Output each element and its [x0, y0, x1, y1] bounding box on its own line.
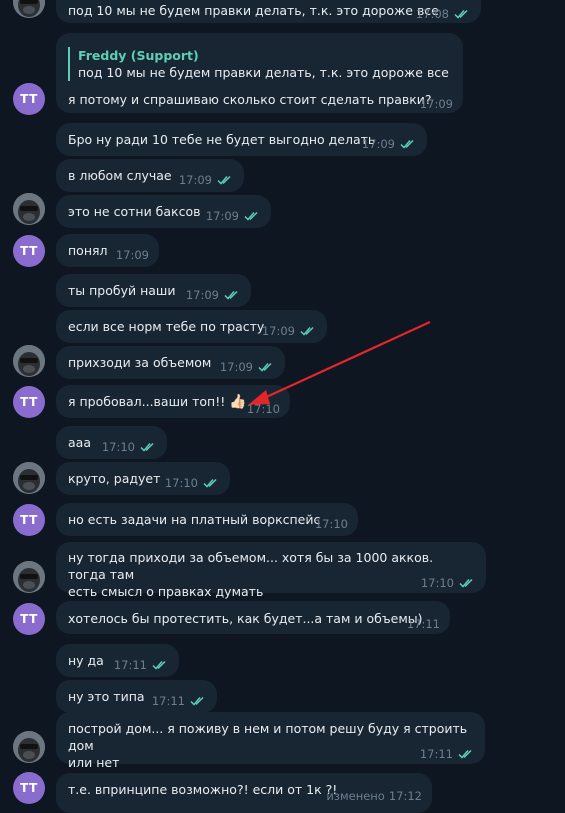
message-text: прихзоди за объемом [68, 355, 212, 370]
gorilla-avatar-icon [13, 462, 45, 494]
message-bubble[interactable]: в любом случае 17:09 [56, 159, 244, 192]
reply-text: под 10 мы не будем правки делать, т.к. э… [78, 65, 449, 80]
user-avatar[interactable]: TT [13, 772, 45, 804]
user-avatar[interactable]: TT [13, 386, 45, 418]
thumbs-up-emoji: 👍🏻 [229, 394, 247, 410]
message-time: 17:11 [113, 658, 147, 672]
message-time: 17:09 [261, 324, 295, 338]
message-bubble[interactable]: прихзоди за объемом 17:09 [56, 346, 285, 379]
support-avatar[interactable] [13, 193, 45, 225]
message-text: понял [68, 243, 108, 258]
message-bubble[interactable]: хотелось бы протестить, как будет...а та… [56, 601, 450, 634]
message-time: 17:09 [205, 209, 239, 223]
reply-quote[interactable]: Freddy (Support) под 10 мы не будем прав… [68, 47, 449, 81]
edited-label: изменено [326, 789, 385, 803]
support-avatar[interactable] [13, 0, 45, 18]
message-text: под 10 мы не будем правки делать, т.к. э… [68, 3, 439, 18]
message-time: 17:10 [101, 440, 135, 454]
message-bubble[interactable]: круто, радует 17:10 [56, 462, 230, 495]
message-bubble[interactable]: под 10 мы не будем правки делать, т.к. э… [56, 0, 481, 23]
double-check-icon [244, 211, 261, 221]
message-time: 17:09 [178, 173, 212, 187]
message-text: но есть задачи на платный воркспейс [68, 512, 321, 527]
user-avatar[interactable]: TT [13, 235, 45, 267]
double-check-icon [459, 578, 476, 588]
message-text: т.е. впринципе возможно?! если от 1к ?! [68, 782, 338, 797]
message-text: ну да [68, 653, 104, 668]
message-time: 17:08 [415, 7, 449, 21]
message-text: построй дом... я поживу в нем и потом ре… [68, 721, 468, 770]
double-check-icon [224, 290, 241, 300]
message-time: 17:09 [361, 137, 395, 151]
message-bubble[interactable]: ааа 17:10 [56, 426, 167, 459]
message-bubble[interactable]: Бро ну ради 10 тебе не будет выгодно дел… [56, 123, 427, 156]
message-text: ааа [68, 435, 91, 450]
message-bubble[interactable]: понял 17:09 [56, 234, 159, 267]
message-time: 17:09 [419, 97, 453, 111]
message-time: 17:10 [420, 576, 454, 590]
message-time: 17:09 [219, 360, 253, 374]
message-bubble[interactable]: построй дом... я поживу в нем и потом ре… [56, 712, 485, 770]
user-avatar[interactable]: TT [13, 504, 45, 536]
double-check-icon [190, 696, 207, 706]
user-avatar[interactable]: TT [13, 603, 45, 635]
message-text: ну это типа [68, 689, 145, 704]
support-avatar[interactable] [13, 731, 45, 763]
double-check-icon [400, 139, 417, 149]
message-bubble[interactable]: ну тогда приходи за объемом... хотя бы з… [56, 542, 486, 599]
message-time: 17:10 [246, 402, 280, 416]
message-bubble[interactable]: ты пробуй наши 17:09 [56, 274, 251, 307]
message-text: круто, радует [68, 471, 161, 486]
support-avatar[interactable] [13, 345, 45, 377]
message-bubble[interactable]: я пробовал...ваши топ!! 👍🏻 17:10 [56, 385, 290, 418]
message-bubble[interactable]: если все норм тебе по трасту 17:09 [56, 310, 327, 343]
message-time: 17:11 [406, 617, 440, 631]
message-bubble[interactable]: ну это типа 17:11 [56, 680, 217, 713]
gorilla-avatar-icon [13, 561, 45, 593]
message-text: в любом случае [68, 168, 172, 183]
message-text: Бро ну ради 10 тебе не будет выгодно дел… [68, 132, 376, 147]
message-text: хотелось бы протестить, как будет...а та… [68, 611, 423, 626]
message-text: это не сотни баксов [68, 204, 201, 219]
message-bubble[interactable]: т.е. впринципе возможно?! если от 1к ?! … [56, 773, 432, 813]
support-avatar[interactable] [13, 561, 45, 593]
gorilla-avatar-icon [13, 731, 45, 763]
gorilla-avatar-icon [13, 193, 45, 225]
double-check-icon [217, 175, 234, 185]
double-check-icon [203, 478, 220, 488]
user-avatar[interactable]: TT [13, 83, 45, 115]
message-text: ты пробуй наши [68, 283, 176, 298]
double-check-icon [140, 442, 157, 452]
message-bubble[interactable]: это не сотни баксов 17:09 [56, 195, 271, 228]
message-bubble[interactable]: Freddy (Support) под 10 мы не будем прав… [56, 33, 463, 113]
gorilla-avatar-icon [13, 0, 45, 18]
message-time: 17:11 [151, 694, 185, 708]
double-check-icon [258, 362, 275, 372]
message-bubble[interactable]: но есть задачи на платный воркспейс 17:1… [56, 503, 358, 536]
message-time: 17:11 [419, 747, 453, 761]
support-avatar[interactable] [13, 462, 45, 494]
gorilla-avatar-icon [13, 345, 45, 377]
double-check-icon [454, 9, 471, 19]
double-check-icon [458, 749, 475, 759]
message-text: я пробовал...ваши топ!! [68, 394, 226, 409]
message-text: ну тогда приходи за объемом... хотя бы з… [68, 550, 434, 599]
message-time: 17:09 [115, 248, 149, 262]
double-check-icon [300, 326, 317, 336]
message-time: 17:10 [164, 476, 198, 490]
message-text: если все норм тебе по трасту [68, 319, 265, 334]
double-check-icon [152, 660, 169, 670]
message-time: 17:09 [185, 288, 219, 302]
message-text: я потому и спрашиваю сколько стоит сдела… [68, 92, 432, 107]
message-time: 17:10 [314, 517, 348, 531]
message-bubble[interactable]: ну да 17:11 [56, 644, 179, 677]
reply-author: Freddy (Support) [78, 48, 199, 63]
message-time: 17:12 [388, 789, 422, 803]
